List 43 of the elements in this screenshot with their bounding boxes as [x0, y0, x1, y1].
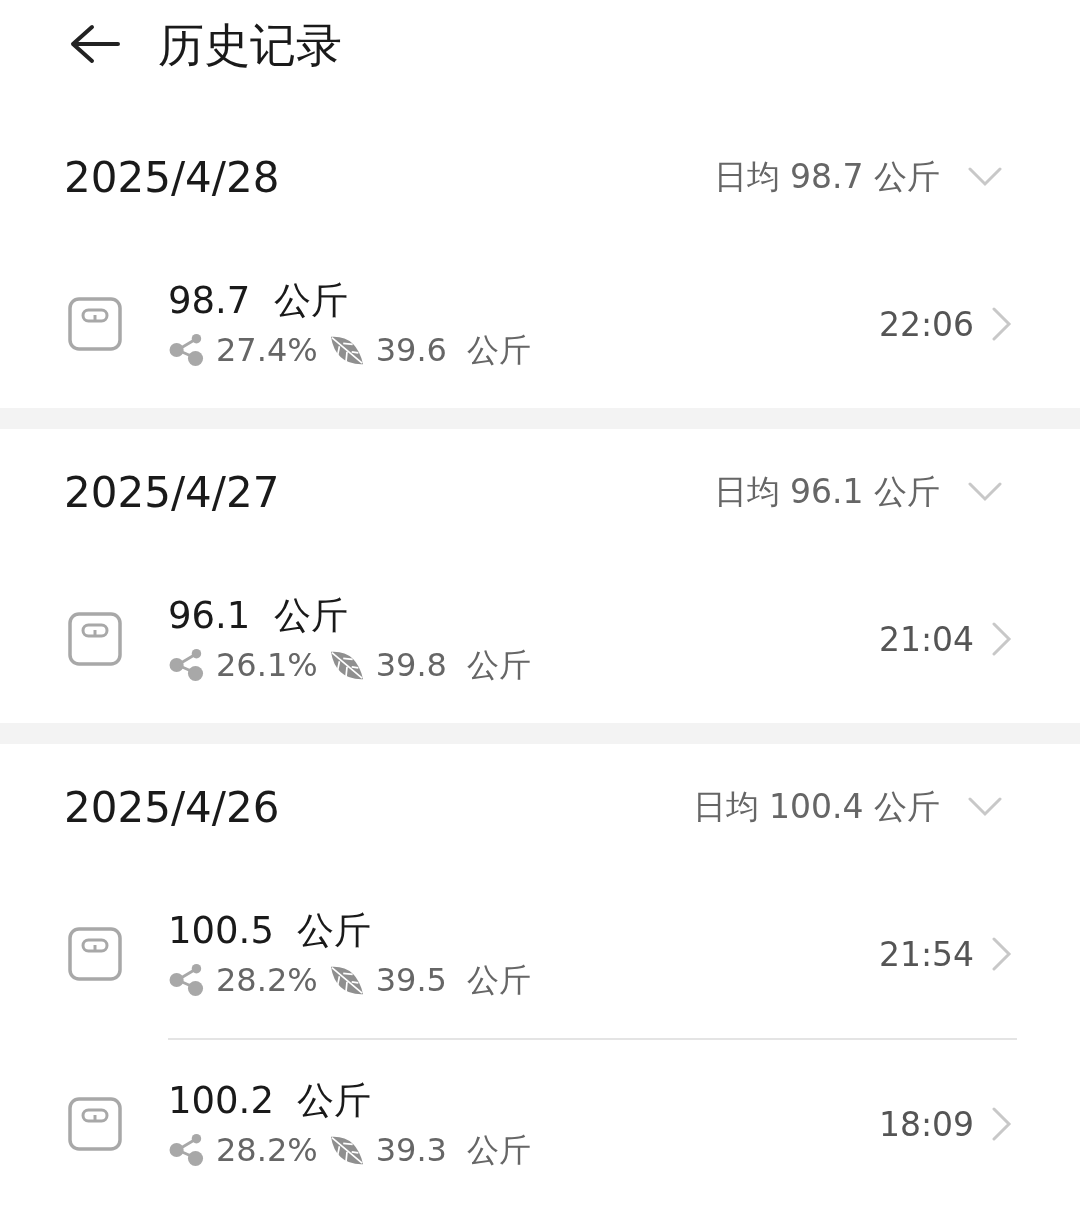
- muscle-value: 39.3 公斤: [375, 1130, 532, 1170]
- daily-average: 日均 96.1 公斤: [713, 470, 940, 513]
- chevron-right-icon: [992, 937, 1012, 971]
- record-row[interactable]: 98.7 公斤 27.4% 39.6 公斤 22:06: [0, 240, 1080, 408]
- scale-icon: [68, 612, 122, 666]
- daily-average: 日均 100.4 公斤: [692, 785, 940, 828]
- body-fat-value: 26.1%: [216, 645, 318, 685]
- molecule-icon: [168, 1133, 206, 1167]
- chevron-down-icon[interactable]: [968, 797, 1002, 817]
- scale-icon: [68, 1097, 122, 1151]
- muscle-value: 39.8 公斤: [375, 645, 532, 685]
- record-time: 22:06: [878, 304, 974, 344]
- scale-icon: [68, 297, 122, 351]
- record-time: 21:04: [878, 619, 974, 659]
- molecule-icon: [168, 333, 206, 367]
- record-row[interactable]: 100.2 公斤 28.2% 39.3 公斤 18:09: [0, 1040, 1080, 1207]
- weight-value: 100.5 公斤: [168, 908, 373, 954]
- muscle-value: 39.5 公斤: [375, 960, 532, 1000]
- daily-average: 日均 98.7 公斤: [713, 155, 940, 198]
- muscle-value: 39.6 公斤: [375, 330, 532, 370]
- date-heading: 2025/4/27: [64, 467, 280, 517]
- date-heading: 2025/4/26: [64, 782, 280, 832]
- date-heading: 2025/4/28: [64, 152, 280, 202]
- molecule-icon: [168, 648, 206, 682]
- chevron-right-icon: [992, 622, 1012, 656]
- record-row[interactable]: 100.5 公斤 28.2% 39.5 公斤 21:54: [0, 870, 1080, 1038]
- chevron-right-icon: [992, 1107, 1012, 1141]
- record-row[interactable]: 96.1 公斤 26.1% 39.8 公斤 21:04: [0, 555, 1080, 723]
- body-fat-value: 28.2%: [216, 1130, 318, 1170]
- weight-value: 100.2 公斤: [168, 1078, 373, 1124]
- molecule-icon: [168, 963, 206, 997]
- chevron-down-icon[interactable]: [968, 167, 1002, 187]
- body-fat-value: 28.2%: [216, 960, 318, 1000]
- chevron-right-icon: [992, 307, 1012, 341]
- chevron-down-icon[interactable]: [968, 482, 1002, 502]
- weight-value: 96.1 公斤: [168, 593, 349, 639]
- record-time: 18:09: [878, 1104, 974, 1144]
- page-title: 历史记录: [158, 20, 342, 70]
- record-time: 21:54: [878, 934, 974, 974]
- back-icon[interactable]: [68, 24, 120, 64]
- scale-icon: [68, 927, 122, 981]
- weight-value: 98.7 公斤: [168, 278, 349, 324]
- body-fat-value: 27.4%: [216, 330, 318, 370]
